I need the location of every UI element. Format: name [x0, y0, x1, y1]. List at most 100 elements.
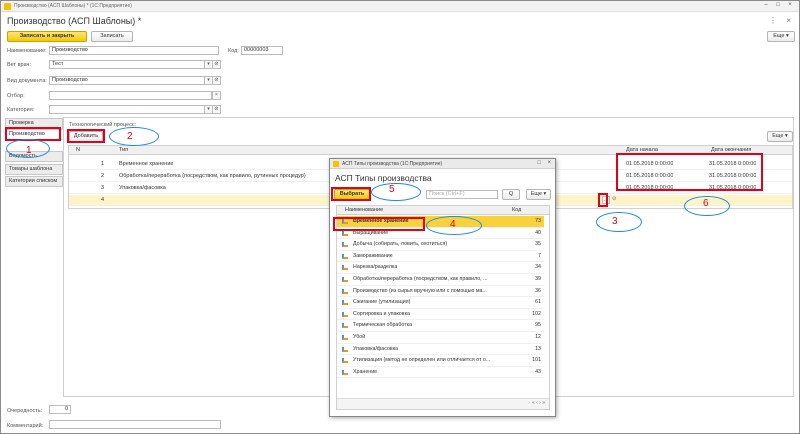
more-button[interactable]: Еще ▾ — [767, 31, 795, 42]
item-name: Убой — [353, 334, 366, 340]
close-icon[interactable]: × — [785, 2, 795, 8]
list-item[interactable]: Сортировка и упаковка 102 — [337, 309, 544, 321]
comment-field[interactable] — [49, 420, 221, 429]
item-code: 101 — [532, 357, 541, 364]
item-code: 7 — [538, 252, 541, 259]
item-code: 39 — [535, 276, 541, 282]
list-item[interactable]: Утилизация (метод не определен или отлич… — [337, 355, 544, 367]
save-close-button[interactable]: Записать и закрыть — [7, 31, 87, 42]
nav-arrows-icon[interactable]: « ‹ › » — [532, 400, 545, 406]
name-field[interactable]: Производство — [49, 46, 219, 55]
maximize-icon[interactable]: □ — [773, 2, 783, 8]
title-bar: Производство (АСП Шаблоны) * (1С:Предпри… — [1, 1, 799, 12]
item-name: Обработка/переработка (посредством, как … — [353, 276, 488, 282]
category-open-icon[interactable]: ⊘ — [212, 105, 221, 114]
doctype-open-icon[interactable]: ⊘ — [212, 76, 221, 85]
col-n: N — [76, 147, 80, 153]
item-type-icon — [342, 323, 348, 329]
list-item[interactable]: Убой 12 — [337, 332, 544, 344]
category-field[interactable] — [49, 105, 212, 114]
item-type-icon — [342, 288, 348, 294]
order-label: Очередность: — [7, 408, 43, 414]
list-item[interactable]: Обработка/переработка (посредством, как … — [337, 274, 544, 286]
filter-label: Отбор: — [7, 93, 25, 99]
callout-circle-3 — [596, 212, 642, 232]
dialog-more-button[interactable]: Еще ▾ — [526, 189, 551, 200]
row-n: 3 — [101, 185, 105, 191]
dialog-window-title: АСП Типы производства (1С:Предприятие) — [342, 161, 443, 167]
item-type-icon — [342, 358, 348, 364]
list-item[interactable]: Термическая обработка 95 — [337, 320, 544, 332]
list-item[interactable]: Замораживание 7 — [337, 251, 544, 263]
item-code: 12 — [535, 334, 541, 340]
close-form-icon[interactable]: × — [786, 16, 791, 25]
callout-number-3: 3 — [612, 216, 618, 227]
list-item[interactable]: Производство (из сырья вручную или с пом… — [337, 286, 544, 298]
list-item[interactable]: Упаковка/фасовка 13 — [337, 344, 544, 356]
item-name: Утилизация (метод не определен или отлич… — [353, 357, 491, 364]
list-item[interactable]: Нарезка/разделка 34 — [337, 262, 544, 274]
code-label: Код: — [228, 48, 239, 54]
highlight-add-button — [67, 129, 105, 143]
callout-number-6: 6 — [703, 198, 709, 209]
tab-template-goods[interactable]: Товары шаблона — [5, 164, 63, 175]
list-nav: « ‹ › » — [337, 398, 549, 409]
category-label: Категория: — [7, 107, 35, 113]
page-title: Производство (АСП Шаблоны) * — [7, 16, 142, 26]
tab-categories-list[interactable]: Категории списком — [5, 176, 63, 187]
filter-field[interactable] — [49, 91, 212, 100]
minimize-icon[interactable]: – — [761, 2, 771, 8]
vet-field[interactable]: Тест — [49, 60, 212, 69]
comment-label: Комментарий: — [7, 423, 44, 429]
more-label: Еще — [773, 33, 785, 39]
item-code: 34 — [535, 264, 541, 271]
item-name: Нарезка/разделка — [353, 264, 398, 271]
dialog-maximize-icon[interactable]: □ — [537, 160, 541, 166]
item-name: Термическая обработка — [353, 322, 413, 329]
row-type: Упаковка/фасовка — [119, 185, 166, 191]
vet-open-icon[interactable]: ⊘ — [212, 60, 221, 69]
row-n: 4 — [101, 197, 105, 203]
item-type-icon — [342, 253, 348, 259]
item-type-icon — [342, 335, 348, 340]
kebab-menu-icon[interactable]: ⋮ — [769, 16, 777, 25]
list-item[interactable]: Хранение 43 — [337, 367, 544, 379]
save-button[interactable]: Записать — [91, 31, 133, 42]
item-name: Замораживание — [353, 252, 393, 259]
row-type: Обработка/переработка (посредством, как … — [119, 173, 306, 179]
highlight-dates — [616, 153, 763, 191]
row-type: Временное хранение — [119, 161, 174, 167]
row-n: 1 — [101, 161, 105, 167]
dialog-close-icon[interactable]: × — [547, 160, 551, 166]
search-button[interactable]: Q — [502, 189, 520, 200]
search-input[interactable]: Поиск (Ctrl+F) — [426, 190, 498, 199]
dialog-more-label: Еще — [530, 191, 542, 197]
link-icon[interactable]: ⊘ — [612, 196, 617, 202]
code-field[interactable]: 00000003 — [241, 46, 283, 55]
item-type-icon — [342, 369, 348, 375]
process-more-label: Еще — [772, 133, 784, 139]
name-label: Наименование: — [7, 48, 47, 54]
list-item[interactable]: Добыча (собирать, ловить, охотиться) 35 — [337, 239, 544, 251]
item-type-icon — [342, 277, 348, 282]
item-code: 35 — [535, 241, 541, 248]
callout-number-2: 2 — [127, 131, 133, 142]
doctype-field[interactable]: Производство — [49, 76, 212, 85]
process-more-button[interactable]: Еще ▾ — [767, 131, 793, 142]
highlight-select-dots — [598, 193, 608, 207]
order-field[interactable]: 0 — [49, 405, 71, 414]
item-code: 102 — [532, 310, 541, 317]
item-name: Производство (из сырья вручную или с пом… — [353, 287, 487, 294]
row-n: 2 — [101, 173, 105, 179]
item-type-icon — [342, 300, 348, 306]
vet-label: Вет врач: — [7, 62, 31, 68]
col-type: Тип — [119, 147, 129, 153]
window-title: Производство (АСП Шаблоны) * (1С:Предпри… — [14, 3, 132, 9]
item-code: 95 — [535, 322, 541, 329]
list-item[interactable]: Сжигание (утилизация) 61 — [337, 297, 544, 309]
item-code: 61 — [535, 299, 541, 306]
item-type-icon — [342, 265, 348, 271]
filter-clear-icon[interactable]: × — [212, 91, 221, 100]
app-icon — [4, 3, 11, 10]
callout-number-1: 1 — [26, 145, 32, 156]
